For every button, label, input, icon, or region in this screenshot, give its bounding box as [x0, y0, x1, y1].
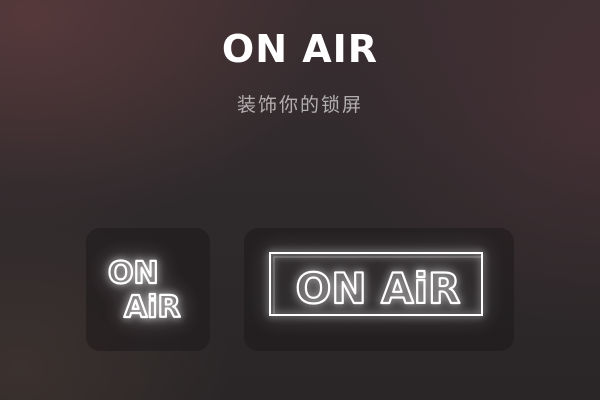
large-neon-text: ON AiR: [296, 264, 461, 313]
large-neon-sign: ON AiR: [269, 252, 483, 316]
large-widget-preview[interactable]: ON AiR: [244, 228, 514, 351]
page-subtitle: 装饰你的锁屏: [236, 94, 363, 116]
small-widget-preview[interactable]: ON AiR: [86, 228, 210, 351]
small-neon-line2: AiR: [124, 290, 181, 325]
small-neon-sign: ON AiR: [107, 255, 182, 326]
small-neon-line1: ON: [108, 256, 159, 291]
page-title: ON AIR: [221, 27, 379, 71]
